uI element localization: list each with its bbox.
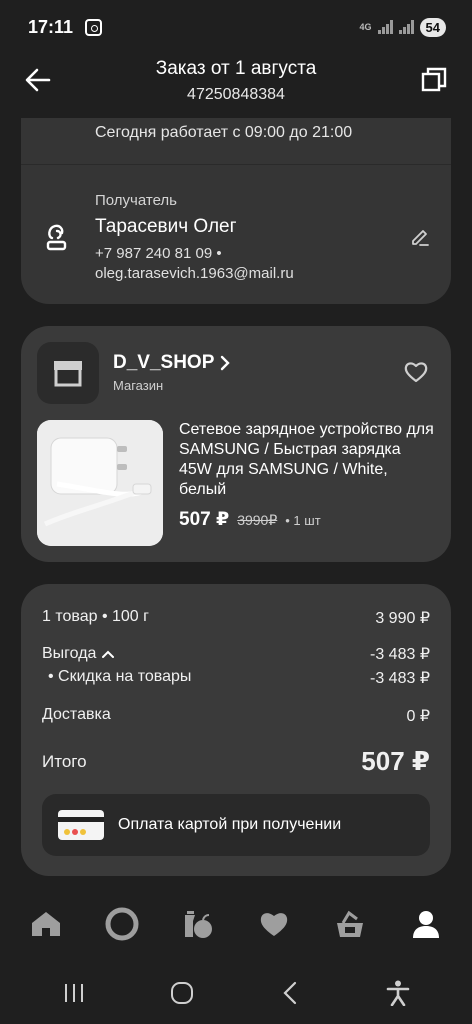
recipient-icon — [46, 224, 67, 251]
shop-name: D_V_SHOP — [113, 352, 215, 373]
items-label: 1 товар • 100 г — [42, 608, 149, 625]
summary-total-row: Итого 507 ₽ — [42, 746, 430, 777]
summary-items-row: 1 товар • 100 г 3 990 ₽ — [42, 608, 430, 628]
nav-recents[interactable] — [54, 973, 94, 1013]
nav-back[interactable] — [270, 973, 310, 1013]
shop-card: D_V_SHOP Магазин Сетевое зарядное устрой… — [21, 326, 451, 562]
tab-cart[interactable] — [330, 904, 370, 944]
chevron-up-icon — [102, 650, 115, 658]
page-title: Заказ от 1 августа — [155, 58, 317, 79]
payment-method[interactable]: Оплата картой при получении — [42, 794, 430, 856]
battery-level: 54 — [419, 17, 446, 37]
system-nav-bar — [0, 962, 472, 1024]
payment-card-icon — [58, 810, 104, 840]
back-chevron-icon — [283, 981, 297, 1005]
delivery-label: Доставка — [42, 706, 111, 723]
price-row: 507 ₽ 3990₽ • 1 шт — [179, 508, 321, 531]
profile-icon — [413, 911, 439, 938]
recipient-label: Получатель — [95, 192, 177, 209]
recents-icon — [65, 984, 83, 1002]
tab-alice[interactable] — [102, 904, 142, 944]
alice-icon — [105, 907, 139, 941]
product-quantity: • 1 шт — [285, 513, 321, 528]
status-bar: 17:11 4G 54 — [0, 0, 472, 54]
divider — [21, 164, 451, 165]
order-number: 47250848384 — [187, 86, 285, 103]
tab-home[interactable] — [26, 904, 66, 944]
catalog-icon — [185, 911, 212, 938]
summary-delivery-row: Доставка 0 ₽ — [42, 706, 430, 726]
edit-icon[interactable] — [409, 226, 431, 248]
product-old-price: 3990₽ — [237, 512, 278, 528]
tab-favorites[interactable] — [254, 904, 294, 944]
product-image[interactable] — [37, 420, 163, 546]
accessibility-icon — [386, 980, 410, 1006]
shop-type: Магазин — [113, 378, 164, 393]
signal-icon-2 — [398, 20, 414, 34]
order-summary-card: 1 товар • 100 г 3 990 ₽ Выгода -3 483 ₽ … — [21, 584, 451, 876]
payment-label: Оплата картой при получении — [118, 816, 342, 833]
nav-home[interactable] — [162, 973, 202, 1013]
bottom-tab-bar — [0, 896, 472, 952]
discount-label: • Скидка на товары — [48, 668, 192, 685]
copy-icon[interactable] — [420, 66, 448, 94]
tab-profile[interactable] — [406, 904, 446, 944]
signal-icon — [377, 20, 393, 34]
pickup-hours: Сегодня работает с 09:00 до 21:00 — [95, 124, 353, 141]
tab-catalog[interactable] — [178, 904, 218, 944]
favorite-heart-icon[interactable] — [403, 360, 429, 384]
back-arrow-icon[interactable] — [24, 66, 52, 94]
home-icon — [32, 912, 60, 936]
network-type: 4G — [359, 21, 372, 32]
shop-logo[interactable] — [37, 342, 99, 404]
product-title[interactable]: Сетевое зарядное устройство для SAMSUNG … — [179, 420, 437, 500]
status-time: 17:11 — [28, 16, 74, 37]
shop-link[interactable]: D_V_SHOP — [113, 352, 231, 374]
benefit-label: Выгода — [42, 645, 97, 662]
recipient-card: Сегодня работает с 09:00 до 21:00 Получа… — [21, 118, 451, 304]
product-price: 507 ₽ — [179, 509, 230, 530]
cart-icon — [337, 910, 363, 937]
chevron-right-icon — [221, 355, 231, 371]
nav-accessibility[interactable] — [378, 973, 418, 1013]
status-right: 4G 54 — [359, 17, 446, 37]
recipient-contacts: +7 987 240 81 09 • oleg.tarasevich.1963@… — [95, 245, 294, 282]
store-icon — [54, 361, 82, 387]
app-header: Заказ от 1 августа 47250848384 — [0, 54, 472, 108]
charger-image — [37, 420, 163, 546]
header-titles: Заказ от 1 августа 47250848384 — [156, 58, 317, 104]
items-value: 3 990 ₽ — [375, 610, 430, 627]
favorites-icon — [260, 913, 288, 936]
home-circle-icon — [171, 982, 193, 1004]
total-value: 507 ₽ — [361, 746, 430, 776]
benefit-value: -3 483 ₽ — [370, 646, 430, 663]
discount-value: -3 483 ₽ — [370, 670, 430, 687]
summary-discount-row: • Скидка на товары -3 483 ₽ — [42, 668, 430, 688]
recipient-name: Тарасевич Олег — [95, 216, 237, 237]
summary-benefit-row[interactable]: Выгода -3 483 ₽ — [42, 644, 430, 664]
benefit-toggle[interactable]: Выгода — [42, 644, 115, 664]
screenshot-icon — [85, 18, 103, 36]
total-label: Итого — [42, 751, 87, 771]
delivery-value: 0 ₽ — [406, 708, 430, 725]
